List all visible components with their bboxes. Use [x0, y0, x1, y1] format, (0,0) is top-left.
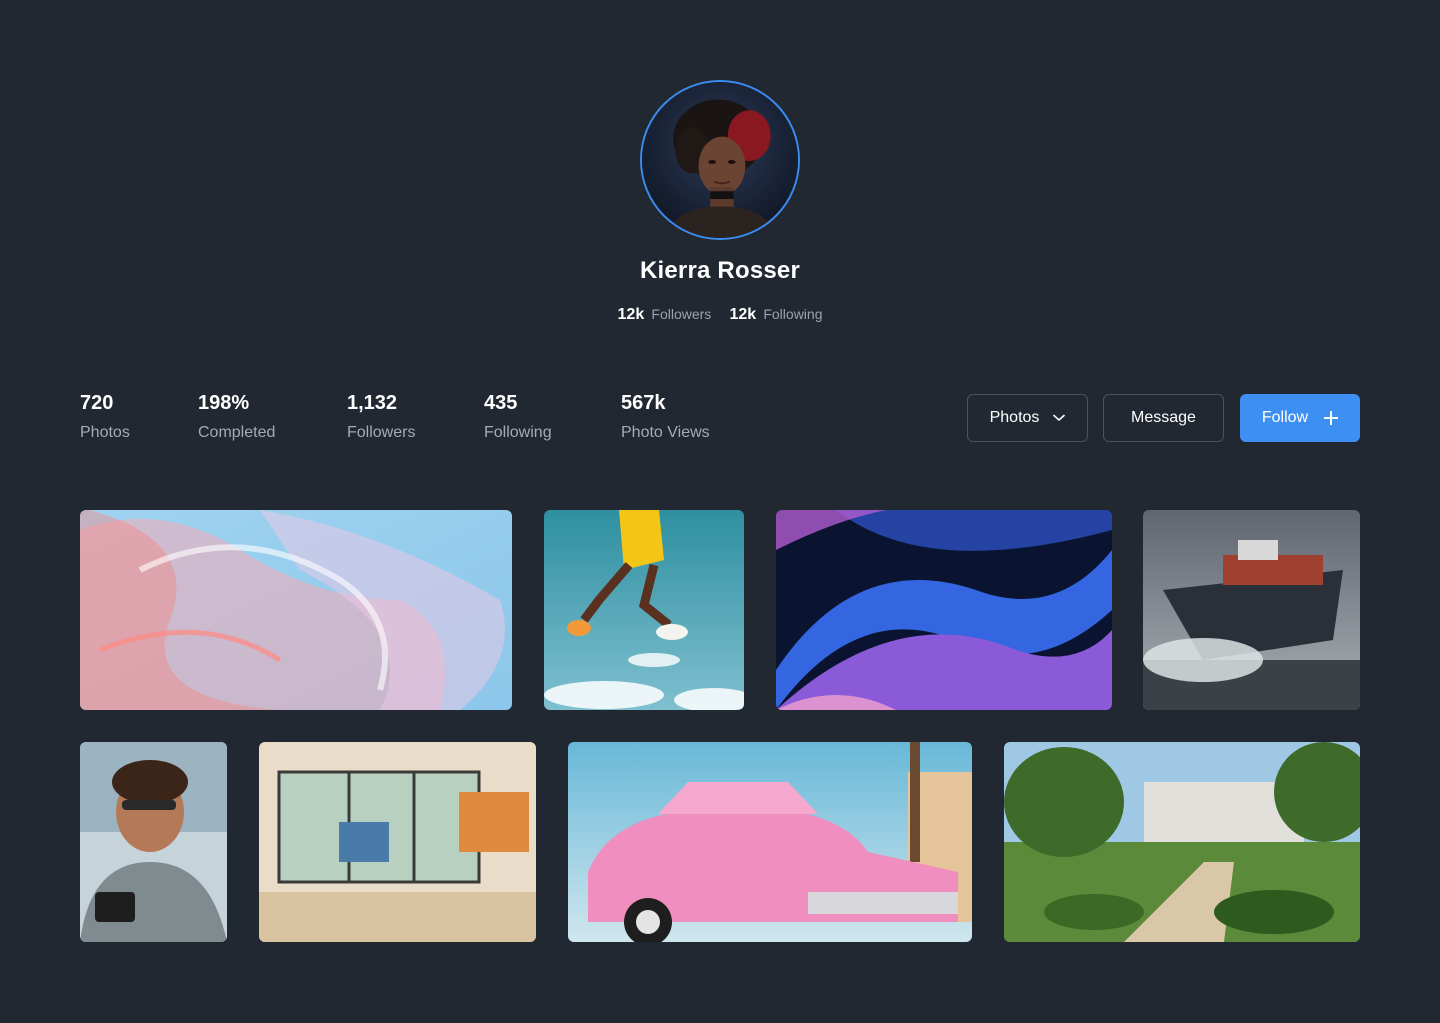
photo-image: [568, 742, 972, 942]
photo-cargo-ship[interactable]: [1143, 510, 1360, 710]
stat-label: Photo Views: [621, 424, 710, 441]
profile-page: Kierra Rosser 12k Followers 12k Followin…: [0, 0, 1440, 1023]
stat-completed: 198% Completed: [198, 392, 275, 442]
avatar-portrait: [642, 82, 798, 238]
photo-image: [1004, 742, 1360, 942]
photo-smiling-photographer[interactable]: [80, 742, 227, 942]
message-label: Message: [1131, 409, 1196, 426]
follow-label: Follow: [1261, 409, 1309, 426]
photo-pink-classic-car[interactable]: [568, 742, 972, 942]
plus-icon: [1324, 411, 1339, 425]
message-button[interactable]: Message: [1103, 394, 1224, 442]
stat-label: Photos: [80, 424, 130, 441]
photo-image: [776, 510, 1112, 710]
photo-image: [1143, 510, 1360, 710]
profile-name: Kierra Rosser: [639, 257, 801, 284]
following-label: Following: [763, 306, 823, 322]
stat-value: 567k: [621, 392, 666, 414]
stat-following: 435 Following: [484, 392, 552, 442]
following-count: 12k: [729, 306, 757, 323]
photo-image: [544, 510, 744, 710]
follow-summary: 12k Followers 12k Following: [0, 306, 1440, 324]
photo-image: [259, 742, 536, 942]
photo-abstract-blue-ribbons[interactable]: [776, 510, 1112, 710]
stat-value: 435: [484, 392, 518, 414]
photos-filter-dropdown[interactable]: Photos: [967, 394, 1088, 442]
stat-value: 198%: [198, 392, 250, 414]
photo-jumping-athlete[interactable]: [544, 510, 744, 710]
followers-count: 12k: [617, 306, 645, 323]
photo-abstract-glass-waves[interactable]: [80, 510, 512, 710]
follow-button[interactable]: Follow: [1240, 394, 1360, 442]
stat-label: Completed: [198, 424, 276, 441]
photo-mansion-garden[interactable]: [1004, 742, 1360, 942]
stat-photos: 720 Photos: [80, 392, 130, 442]
stat-followers: 1,132 Followers: [347, 392, 415, 442]
following-summary[interactable]: 12k Following: [729, 306, 822, 324]
photo-image: [80, 742, 227, 942]
followers-label: Followers: [651, 306, 712, 322]
photo-image: [80, 510, 512, 710]
stat-value: 720: [80, 392, 114, 414]
stat-label: Followers: [347, 424, 416, 441]
chevron-down-icon: [1053, 414, 1066, 422]
followers-summary[interactable]: 12k Followers: [618, 306, 712, 324]
stat-label: Following: [484, 424, 552, 441]
photos-filter-label: Photos: [989, 409, 1040, 426]
photo-art-studio[interactable]: [259, 742, 536, 942]
avatar[interactable]: [640, 80, 800, 240]
stat-photo-views: 567k Photo Views: [621, 392, 710, 442]
stat-value: 1,132: [347, 392, 398, 414]
